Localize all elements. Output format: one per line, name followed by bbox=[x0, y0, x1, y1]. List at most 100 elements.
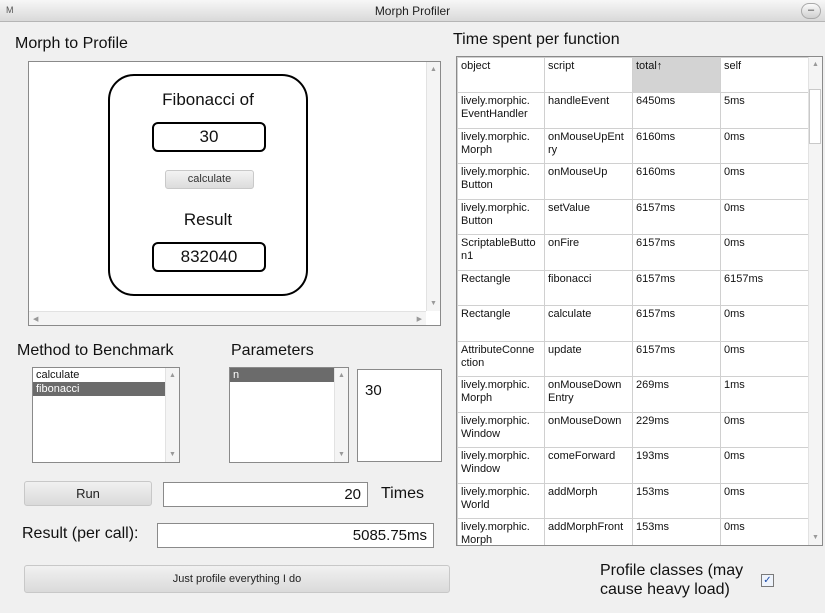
scroll-down-icon[interactable]: ▼ bbox=[430, 300, 437, 307]
run-button[interactable]: Run bbox=[24, 481, 152, 506]
window-title: Morph Profiler bbox=[374, 4, 451, 18]
table-row[interactable]: lively.morphic. Window onMouseDown 229ms 0m… bbox=[457, 411, 810, 448]
column-header[interactable]: self bbox=[720, 57, 810, 93]
fibonacci-morph[interactable]: Fibonacci of 30 calculate Result 832040 bbox=[108, 74, 308, 296]
table-cell: 0ms bbox=[720, 518, 810, 545]
table-cell: 6160ms bbox=[632, 127, 721, 164]
table-row[interactable]: lively.morphic. Window comeForward 193ms 0m… bbox=[457, 447, 810, 484]
table-cell: onMouseUpEnt ry bbox=[544, 127, 633, 164]
table-cell: 6157ms bbox=[632, 305, 721, 342]
profile-table-heading: Time spent per function bbox=[453, 31, 620, 48]
profile-table[interactable]: object script total↑ self lively.morphic. E… bbox=[456, 56, 823, 546]
table-cell: AttributeConne ction bbox=[457, 340, 545, 377]
minimize-button[interactable]: – bbox=[801, 3, 821, 19]
table-cell: onMouseUp bbox=[544, 163, 633, 200]
parameter-value-field[interactable]: 30 bbox=[357, 369, 442, 462]
times-label: Times bbox=[381, 485, 424, 502]
table-row[interactable]: lively.morphic. Button setValue 6157ms 0ms bbox=[457, 198, 810, 235]
scroll-up-icon[interactable]: ▲ bbox=[430, 66, 437, 73]
table-cell: 0ms bbox=[720, 447, 810, 484]
table-cell: Rectangle bbox=[457, 269, 545, 306]
preview-vertical-scrollbar[interactable]: ▲ ▼ bbox=[426, 62, 440, 311]
table-cell: lively.morphic. Morph bbox=[457, 518, 545, 545]
scroll-up-icon[interactable]: ▲ bbox=[338, 372, 345, 379]
table-row[interactable]: lively.morphic. Button onMouseUp 6160ms 0ms bbox=[457, 163, 810, 200]
scroll-down-icon[interactable]: ▼ bbox=[169, 451, 176, 458]
table-row[interactable]: lively.morphic. World addMorph 153ms 0ms bbox=[457, 482, 810, 519]
table-cell: 6157ms bbox=[720, 269, 810, 306]
table-cell: 6160ms bbox=[632, 163, 721, 200]
scroll-right-icon[interactable]: ▶ bbox=[417, 315, 422, 323]
column-header[interactable]: total↑ bbox=[632, 57, 721, 93]
result-label: Result bbox=[183, 210, 233, 229]
method-heading: Method to Benchmark bbox=[17, 342, 174, 359]
table-cell: lively.morphic. Morph bbox=[457, 127, 545, 164]
table-cell: 269ms bbox=[632, 376, 721, 413]
table-cell: lively.morphic. Button bbox=[457, 198, 545, 235]
table-cell: 6157ms bbox=[632, 340, 721, 377]
method-list-item[interactable]: fibonacci bbox=[33, 382, 179, 396]
window-titlebar[interactable]: M Morph Profiler – bbox=[0, 0, 825, 22]
table-cell: lively.morphic. Morph bbox=[457, 376, 545, 413]
table-row[interactable]: Rectangle calculate 6157ms 0ms bbox=[457, 305, 810, 342]
table-cell: update bbox=[544, 340, 633, 377]
scroll-up-icon[interactable]: ▲ bbox=[812, 61, 819, 68]
table-cell: handleEvent bbox=[544, 92, 633, 129]
table-row[interactable]: lively.morphic. EventHandler handleEvent 6… bbox=[457, 92, 810, 129]
table-cell: 153ms bbox=[632, 482, 721, 519]
table-cell: 6450ms bbox=[632, 92, 721, 129]
table-row[interactable]: lively.morphic. Morph onMouseDown Entry 26… bbox=[457, 376, 810, 413]
scroll-up-icon[interactable]: ▲ bbox=[169, 372, 176, 379]
column-header[interactable]: object bbox=[457, 57, 545, 93]
table-cell: 6157ms bbox=[632, 269, 721, 306]
result-per-call-value: 5085.75ms bbox=[157, 523, 434, 548]
preview-horizontal-scrollbar[interactable]: ◀ ▶ bbox=[29, 311, 426, 325]
table-cell: lively.morphic. Button bbox=[457, 163, 545, 200]
result-value: 832040 bbox=[152, 242, 266, 272]
table-cell: 193ms bbox=[632, 447, 721, 484]
table-cell: 0ms bbox=[720, 127, 810, 164]
profile-classes-checkbox[interactable]: ✓ bbox=[761, 574, 774, 587]
parameter-list-item[interactable]: n bbox=[230, 368, 348, 382]
table-cell: 229ms bbox=[632, 411, 721, 448]
table-cell: 0ms bbox=[720, 234, 810, 271]
scrollbar-thumb[interactable] bbox=[809, 89, 821, 144]
scroll-down-icon[interactable]: ▼ bbox=[812, 534, 819, 541]
table-cell: setValue bbox=[544, 198, 633, 235]
profile-everything-button[interactable]: Just profile everything I do bbox=[24, 565, 450, 593]
morph-preview-pane[interactable]: Fibonacci of 30 calculate Result 832040 … bbox=[28, 61, 441, 326]
calculate-button[interactable]: calculate bbox=[165, 170, 254, 189]
table-cell: 1ms bbox=[720, 376, 810, 413]
table-cell: Rectangle bbox=[457, 305, 545, 342]
table-cell: ScriptableButto n1 bbox=[457, 234, 545, 271]
column-header[interactable]: script bbox=[544, 57, 633, 93]
scroll-down-icon[interactable]: ▼ bbox=[338, 451, 345, 458]
table-row[interactable]: AttributeConne ction update 6157ms 0ms bbox=[457, 340, 810, 377]
table-row[interactable]: lively.morphic. Morph onMouseUpEnt ry 6160… bbox=[457, 127, 810, 164]
table-cell: 0ms bbox=[720, 305, 810, 342]
parameters-heading: Parameters bbox=[231, 342, 314, 359]
table-cell: 0ms bbox=[720, 198, 810, 235]
table-row[interactable]: ScriptableButto n1 onFire 6157ms 0ms bbox=[457, 234, 810, 271]
table-cell: fibonacci bbox=[544, 269, 633, 306]
profile-classes-label: Profile classes (may cause heavy load) bbox=[600, 562, 744, 598]
method-list-scrollbar[interactable]: ▲ ▼ bbox=[165, 368, 179, 462]
times-input[interactable]: 20 bbox=[163, 482, 368, 507]
parameter-list-scrollbar[interactable]: ▲ ▼ bbox=[334, 368, 348, 462]
table-cell: onMouseDown bbox=[544, 411, 633, 448]
method-list[interactable]: calculate fibonacci ▲ ▼ bbox=[32, 367, 180, 463]
parameter-list[interactable]: n ▲ ▼ bbox=[229, 367, 349, 463]
table-cell: 6157ms bbox=[632, 234, 721, 271]
scroll-left-icon[interactable]: ◀ bbox=[33, 315, 38, 323]
fibonacci-title: Fibonacci of bbox=[162, 90, 254, 109]
profile-table-scrollbar[interactable]: ▲ ▼ bbox=[808, 57, 822, 545]
table-cell: 0ms bbox=[720, 340, 810, 377]
table-cell: lively.morphic. World bbox=[457, 482, 545, 519]
method-list-item[interactable]: calculate bbox=[33, 368, 179, 382]
table-row[interactable]: Rectangle fibonacci 6157ms 6157ms bbox=[457, 269, 810, 306]
table-cell: 6157ms bbox=[632, 198, 721, 235]
fibonacci-input[interactable]: 30 bbox=[152, 122, 266, 152]
table-cell: calculate bbox=[544, 305, 633, 342]
table-row[interactable]: lively.morphic. Morph addMorphFront 153ms 0… bbox=[457, 518, 810, 545]
table-cell: comeForward bbox=[544, 447, 633, 484]
